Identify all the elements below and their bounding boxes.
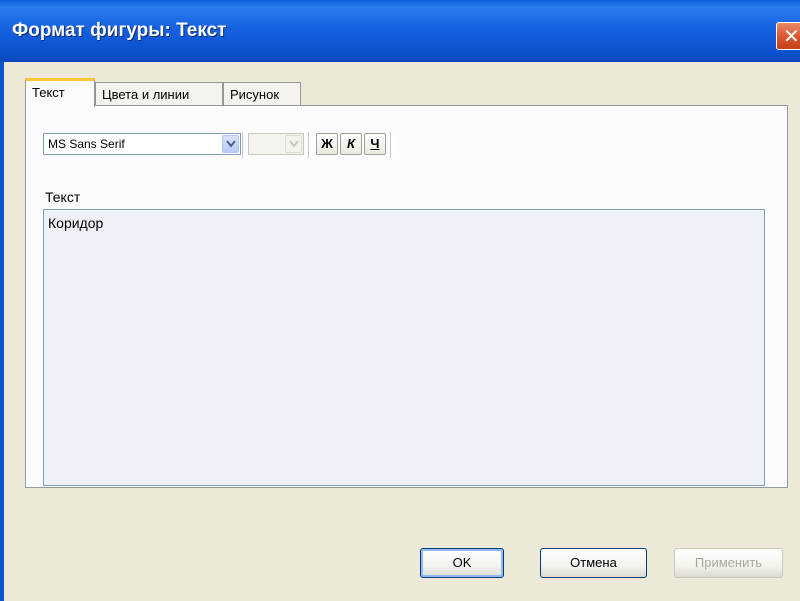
font-family-value: MS Sans Serif [48,137,125,151]
font-family-select[interactable]: MS Sans Serif [43,133,241,155]
cancel-button[interactable]: Отмена [540,548,647,578]
text-input[interactable]: Коридор [43,209,765,486]
chevron-down-icon[interactable] [222,135,239,153]
italic-button[interactable]: К [340,133,362,155]
toolbar-separator [308,132,312,158]
bold-button[interactable]: Ж [316,133,338,155]
tab-colors-lines[interactable]: Цвета и линии [95,82,223,106]
tab-text[interactable]: Текст [25,78,95,107]
title-bar[interactable]: Формат фигуры: Текст ✕ [0,0,800,62]
close-button[interactable]: ✕ [776,22,800,50]
toolbar-separator [242,132,246,158]
apply-button[interactable]: Применить [674,548,783,578]
close-icon: ✕ [783,24,800,48]
underline-button[interactable]: Ч [364,133,386,155]
tab-picture[interactable]: Рисунок [223,82,301,106]
toolbar-separator [390,132,394,158]
dialog-title: Формат фигуры: Текст [12,20,227,41]
ok-button[interactable]: OK [420,548,504,578]
dialog-window: Формат фигуры: Текст ✕ Текст Цвета и лин… [0,0,800,601]
window-border [0,62,4,601]
text-label: Текст [45,189,81,205]
font-size-select[interactable] [248,133,304,155]
chevron-down-icon[interactable] [285,135,302,153]
